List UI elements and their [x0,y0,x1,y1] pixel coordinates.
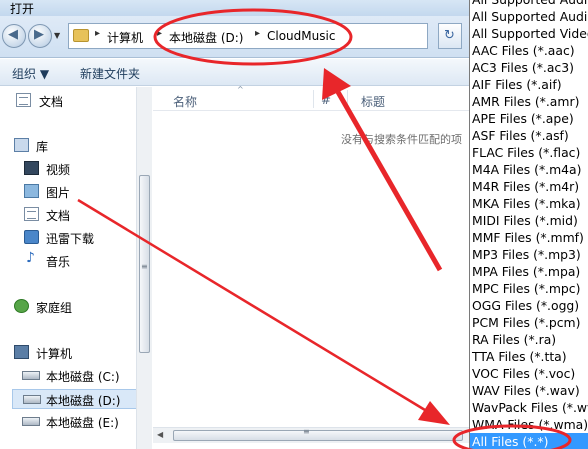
breadcrumb-separator-icon[interactable]: ▸ [255,28,260,39]
sidebar-item-label: 本地磁盘 (D:) [46,394,121,408]
file-type-option[interactable]: RA Files (*.ra) [470,331,588,348]
file-type-option[interactable]: M4A Files (*.m4a) [470,161,588,178]
open-file-dialog: 打开 ◀ ▶ ▼ ▸ 计算机 ▸ 本地磁盘 (D:) ▸ CloudMusic … [0,0,470,449]
breadcrumb-cloudmusic[interactable]: CloudMusic [267,29,335,43]
empty-folder-message: 没有与搜索条件匹配的项 [341,133,462,146]
file-type-option[interactable]: All Supported Audio [470,8,588,25]
column-header-name[interactable]: 名称 [173,93,197,110]
file-type-option[interactable]: TTA Files (*.tta) [470,348,588,365]
file-type-option[interactable]: MPC Files (*.mpc) [470,280,588,297]
sidebar-item-label: 家庭组 [36,301,73,315]
file-type-option-selected[interactable]: All Files (*.*) [470,433,588,449]
sidebar-item-label: 迅雷下载 [46,232,95,246]
video-icon [24,161,39,175]
scrollbar-thumb[interactable] [173,430,463,441]
address-box[interactable]: ▸ 计算机 ▸ 本地磁盘 (D:) ▸ CloudMusic [68,23,428,49]
back-button[interactable]: ◀ [2,24,26,48]
file-type-option[interactable]: MP3 Files (*.mp3) [470,246,588,263]
sidebar-item-label: 文档 [39,95,64,109]
picture-icon [24,184,39,198]
sidebar-item-label: 视频 [46,163,71,177]
file-type-option[interactable]: FLAC Files (*.flac) [470,144,588,161]
breadcrumb-separator-icon[interactable]: ▸ [95,28,100,39]
file-type-option[interactable]: MKA Files (*.mka) [470,195,588,212]
file-list-pane: ^ 名称 # 标题 没有与搜索条件匹配的项 [153,85,470,427]
sidebar-item-label: 本地磁盘 (C:) [46,370,120,384]
breadcrumb-computer[interactable]: 计算机 [107,29,143,46]
navigation-pane: 文档 库 视频 图片 文档 迅雷下载 ♪ 音乐 家庭组 计算机 本地磁盘 (C:… [0,87,152,449]
file-type-option[interactable]: APE Files (*.ape) [470,110,588,127]
drive-icon [23,395,41,404]
file-type-option[interactable]: ASF Files (*.asf) [470,127,588,144]
file-type-option[interactable]: WavPack Files (*.wv) [470,399,588,416]
command-toolbar: 组织 ▼ 新建文件夹 [0,59,470,86]
sidebar-item-label: 文档 [46,209,71,223]
sidebar-item-label: 图片 [46,186,71,200]
file-type-option[interactable]: WAV Files (*.wav) [470,382,588,399]
download-icon [24,230,39,244]
sort-ascending-icon: ^ [237,85,244,94]
refresh-icon: ↻ [444,28,455,43]
file-type-dropdown-list[interactable]: All Supported Audio All Supported Audio … [469,0,588,449]
file-type-option[interactable]: MIDI Files (*.mid) [470,212,588,229]
sidebar-item-label: 计算机 [36,347,73,361]
file-type-option[interactable]: AC3 Files (*.ac3) [470,59,588,76]
file-type-option[interactable]: PCM Files (*.pcm) [470,314,588,331]
file-type-option[interactable]: All Supported Video [470,25,588,42]
title-bar: 打开 [0,0,470,16]
sidebar-item-drive-d[interactable]: 本地磁盘 (D:) [12,389,150,409]
forward-button[interactable]: ▶ [28,24,52,48]
window-title: 打开 [10,2,35,16]
file-type-option[interactable]: AMR Files (*.amr) [470,93,588,110]
document-icon [24,207,39,221]
file-type-option[interactable]: WMA Files (*.wma) [470,416,588,433]
scrollbar-grip-icon: ≡ [303,427,310,436]
drive-icon [22,371,40,380]
organize-menu-button[interactable]: 组织 ▼ [12,65,49,82]
file-type-option[interactable]: MPA Files (*.mpa) [470,263,588,280]
file-type-option[interactable]: AAC Files (*.aac) [470,42,588,59]
music-icon: ♪ [26,250,35,266]
file-type-option[interactable]: OGG Files (*.ogg) [470,297,588,314]
document-icon [16,93,31,107]
folder-icon [73,29,89,42]
file-type-option[interactable]: All Supported Audio [470,0,588,8]
scrollbar-grip-icon: ≡ [141,262,148,271]
library-icon [14,138,29,152]
breadcrumb-drive-d[interactable]: 本地磁盘 (D:) [169,29,243,46]
column-divider[interactable] [313,90,314,108]
drive-icon [22,417,40,426]
computer-icon [14,345,29,359]
column-header-number[interactable]: # [321,93,331,107]
breadcrumb-separator-icon[interactable]: ▸ [157,28,162,39]
file-type-option[interactable]: M4R Files (*.m4r) [470,178,588,195]
scroll-left-arrow-icon[interactable]: ◀ [157,430,163,439]
recent-locations-chevron-icon[interactable]: ▼ [54,31,60,40]
back-arrow-icon: ◀ [8,27,18,42]
address-bar-area: ◀ ▶ ▼ ▸ 计算机 ▸ 本地磁盘 (D:) ▸ CloudMusic ↻ [0,16,470,58]
refresh-button[interactable]: ↻ [438,23,462,49]
column-header-row: ^ 名称 # 标题 [153,85,470,111]
file-type-option[interactable]: MMF Files (*.mmf) [470,229,588,246]
column-divider[interactable] [347,90,348,108]
homegroup-icon [14,299,29,313]
file-type-option[interactable]: VOC Files (*.voc) [470,365,588,382]
file-type-option[interactable]: AIF Files (*.aif) [470,76,588,93]
sidebar-item-label: 库 [36,140,49,154]
navigation-scrollbar[interactable]: ≡ [136,87,152,449]
new-folder-button[interactable]: 新建文件夹 [80,65,140,82]
sidebar-item-label: 本地磁盘 (E:) [46,416,119,430]
column-header-title[interactable]: 标题 [361,93,385,110]
forward-arrow-icon: ▶ [34,27,44,42]
horizontal-scrollbar[interactable]: ◀ ≡ [153,427,470,443]
sidebar-item-label: 音乐 [46,255,71,269]
